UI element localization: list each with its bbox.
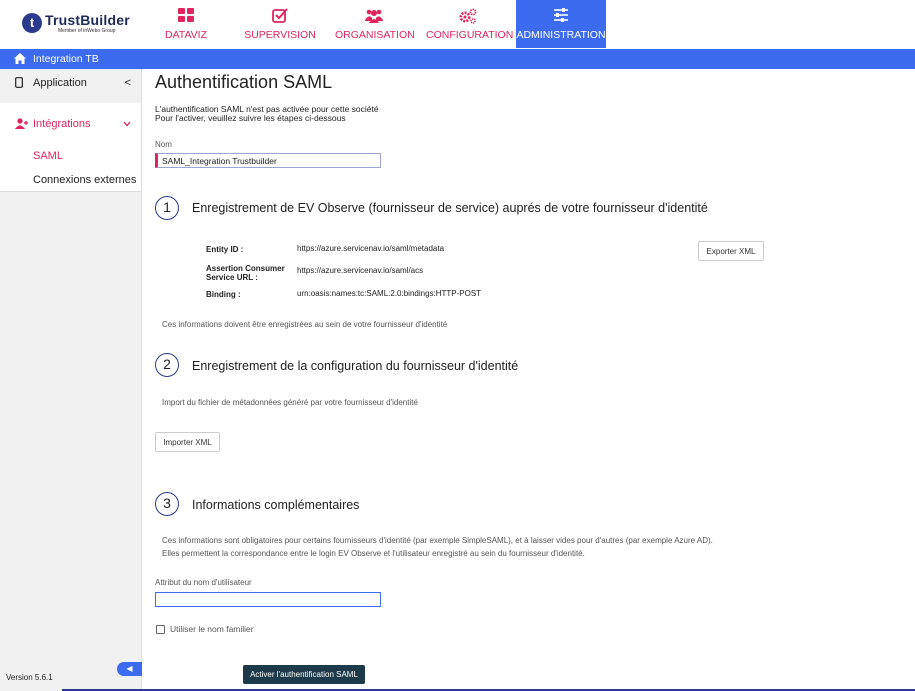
step-3-note-line-1: Ces informations sont obligatoires pour … <box>162 536 713 545</box>
user-plus-icon <box>15 118 28 132</box>
activate-saml-button[interactable]: Activer l'authentification SAML <box>243 665 365 684</box>
step-3-number: 3 <box>155 492 179 516</box>
sidebar: Application < Intégrations SAML Connexio… <box>0 69 142 691</box>
acs-label-line-1: Assertion Consumer <box>206 264 285 273</box>
context-bar: Integration TB <box>0 49 915 69</box>
entity-id-label: Entity ID : <box>206 245 244 254</box>
page-title: Authentification SAML <box>155 72 333 92</box>
tab-supervision[interactable]: SUPERVISION <box>242 0 318 48</box>
brand-name: TrustBuilder <box>45 12 130 28</box>
sidebar-item-label: Application <box>33 77 87 89</box>
import-xml-button[interactable]: Importer XML <box>155 432 220 452</box>
step-1-number: 1 <box>155 196 179 220</box>
user-attribute-field[interactable] <box>155 592 381 607</box>
intro-line-2: Pour l'activer, veuillez suivre les étap… <box>155 113 346 123</box>
collapse-sidebar-button[interactable]: ◀ <box>117 662 142 676</box>
logo-mark: t <box>22 13 42 33</box>
sidebar-subitem-saml[interactable]: SAML <box>0 150 141 166</box>
user-attribute-label: Attribut du nom d'utilisateur <box>155 578 252 587</box>
export-xml-button[interactable]: Exporter XML <box>698 241 764 261</box>
trustbuilder-logo[interactable]: t TrustBuilder Member of inWebo Group <box>22 11 132 37</box>
version-label: Version 5.6.1 <box>6 673 53 682</box>
name-field-label: Nom <box>155 140 172 149</box>
sidebar-item-label: Intégrations <box>33 118 91 130</box>
tab-administration[interactable]: ADMINISTRATION <box>516 0 606 48</box>
familiar-name-checkbox[interactable] <box>156 625 165 634</box>
grid-icon <box>151 8 221 24</box>
acs-label-line-2: Service URL : <box>206 273 258 282</box>
sliders-icon <box>516 8 606 24</box>
familiar-name-label: Utiliser le nom familier <box>170 624 254 634</box>
tab-label: ORGANISATION <box>335 29 415 41</box>
binding-value: urn:oasis:names:tc:SAML:2.0:bindings:HTT… <box>297 289 482 298</box>
tab-label: SUPERVISION <box>244 29 316 41</box>
checkbox-icon <box>242 8 318 24</box>
mobile-icon <box>15 77 23 91</box>
step-2-note: Import du fichier de métadonnées généré … <box>162 398 418 407</box>
binding-label: Binding : <box>206 290 241 299</box>
tab-dataviz[interactable]: DATAVIZ <box>151 0 221 48</box>
tab-label: CONFIGURATION <box>426 29 514 41</box>
name-field[interactable] <box>155 153 381 168</box>
step-1-title: Enregistrement de EV Observe (fournisseu… <box>192 201 708 215</box>
step-2-title: Enregistrement de la configuration du fo… <box>192 359 519 373</box>
tab-label: DATAVIZ <box>165 29 207 41</box>
tab-configuration[interactable]: CONFIGURATION <box>426 0 514 48</box>
step-2-number: 2 <box>155 353 179 377</box>
acs-value: https://azure.servicenav.io/saml/acs <box>297 266 424 275</box>
step-1-note: Ces informations doivent être enregistré… <box>162 320 448 329</box>
integrations-section: Intégrations SAML Connexions externes <box>0 103 141 192</box>
sidebar-item-integrations[interactable]: Intégrations <box>0 118 141 136</box>
tab-organisation[interactable]: ORGANISATION <box>335 0 415 48</box>
top-navigation: t TrustBuilder Member of inWebo Group DA… <box>0 0 915 48</box>
brand-tagline: Member of inWebo Group <box>58 28 116 34</box>
tab-label: ADMINISTRATION <box>516 29 606 41</box>
sidebar-subitem-label: SAML <box>33 150 63 162</box>
sidebar-subitem-external-connections[interactable]: Connexions externes <box>0 174 141 190</box>
chevron-down-icon <box>123 118 131 130</box>
chevron-left-icon: < <box>124 77 131 89</box>
sidebar-item-application[interactable]: Application < <box>0 77 141 95</box>
step-3-title: Informations complémentaires <box>192 498 360 512</box>
context-name: Integration TB <box>33 53 99 65</box>
home-icon[interactable] <box>14 53 26 67</box>
users-icon <box>335 8 413 24</box>
sidebar-subitem-label: Connexions externes <box>33 174 137 186</box>
step-3-note-line-2: Elles permettent la correspondance entre… <box>162 549 585 558</box>
entity-id-value: https://azure.servicenav.io/saml/metadat… <box>297 244 445 253</box>
main-content: Authentification SAML L'authentification… <box>142 69 915 691</box>
gears-icon <box>426 8 510 24</box>
